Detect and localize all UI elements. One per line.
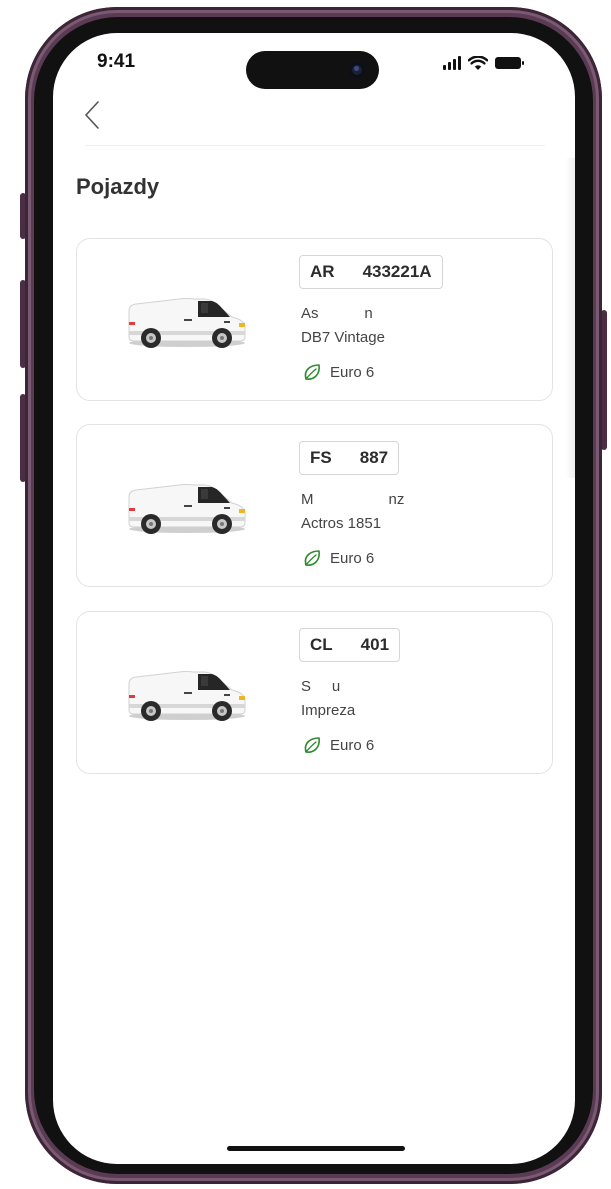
emission-label: Euro 6 [330, 363, 375, 381]
vehicle-card[interactable]: FS 887 M nz Actros 1851 Euro 6 [76, 424, 553, 587]
status-time: 9:41 [97, 51, 136, 72]
license-plate: FS 887 [299, 441, 400, 475]
leaf-icon [304, 364, 320, 380]
page-title: Pojazdy [76, 174, 160, 199]
emission-standard: Euro 6 [303, 736, 374, 754]
camera-icon [349, 62, 365, 78]
vehicle-model: Impreza [301, 702, 356, 719]
plate-prefix: AR [310, 262, 335, 281]
vehicle-card[interactable]: AR 433221A As n DB7 Vintage Euro 6 [76, 238, 553, 401]
van-icon [128, 484, 246, 534]
plate-number: 887 [359, 448, 389, 467]
emission-standard: Euro 6 [303, 363, 374, 381]
vehicle-make: As n [301, 305, 373, 322]
van-icon [128, 298, 246, 348]
scroll-shadow [565, 158, 575, 478]
emission-label: Euro 6 [330, 736, 375, 754]
plate-number: 433221A [362, 262, 432, 281]
leaf-icon [304, 550, 320, 566]
vehicle-model: Actros 1851 [301, 515, 382, 532]
wifi-icon [468, 55, 488, 70]
license-plate: CL 401 [299, 628, 401, 662]
battery-icon [495, 57, 524, 69]
plate-prefix: FS [310, 448, 332, 467]
plate-prefix: CL [310, 635, 333, 654]
nav-divider [85, 145, 545, 146]
emission-label: Euro 6 [330, 549, 375, 567]
home-indicator[interactable] [227, 1146, 405, 1151]
vehicle-make: M nz [301, 491, 405, 508]
van-icon [128, 671, 246, 721]
phone-screen: 9:41 Pojazdy AR 433221A As n DB7 Vintage… [53, 33, 575, 1164]
status-icons [443, 53, 524, 73]
license-plate: AR 433221A [299, 255, 443, 289]
chevron-left-icon[interactable] [80, 99, 104, 131]
vehicle-make: S u [301, 678, 341, 695]
vehicle-card[interactable]: CL 401 S u Impreza Euro 6 [76, 611, 553, 774]
dynamic-island [246, 51, 379, 89]
leaf-icon [304, 737, 320, 753]
plate-number: 401 [360, 635, 390, 654]
emission-standard: Euro 6 [303, 549, 374, 567]
signal-icon [443, 56, 461, 70]
vehicle-model: DB7 Vintage [301, 329, 385, 346]
